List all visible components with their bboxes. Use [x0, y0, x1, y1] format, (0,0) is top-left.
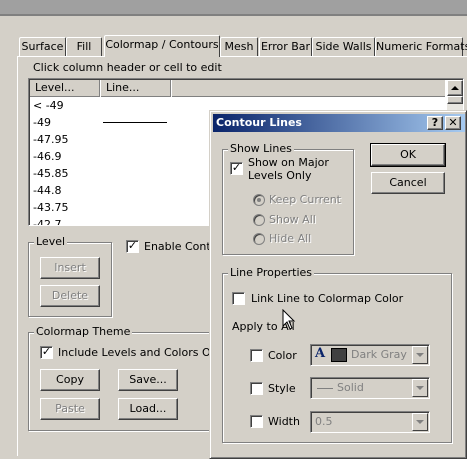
color-swatch [331, 348, 347, 362]
color-dropdown-arrow-icon[interactable] [412, 346, 428, 364]
dialog-title-bar[interactable]: Contour Lines ? ✕ [213, 114, 465, 132]
level-group-label: Level [34, 235, 68, 248]
color-checkbox[interactable] [250, 349, 263, 362]
list-header-line[interactable]: Line... [101, 80, 171, 97]
list-item[interactable]: -49 [33, 114, 51, 131]
show-all-radio[interactable] [253, 214, 265, 226]
style-line-sample [317, 388, 333, 389]
line-properties-label: Line Properties [228, 266, 315, 279]
help-icon: ? [431, 116, 439, 129]
close-button[interactable]: ✕ [445, 116, 461, 130]
line-sample [103, 122, 167, 123]
list-item[interactable]: < -49 [33, 97, 64, 114]
width-dropdown-arrow-icon[interactable] [412, 413, 428, 431]
insert-button[interactable]: Insert [40, 257, 100, 279]
list-item[interactable]: -42.7 [33, 216, 61, 225]
copy-button[interactable]: Copy [40, 369, 100, 391]
list-item[interactable]: -44.8 [33, 182, 61, 199]
show-lines-group-label: Show Lines [228, 142, 294, 155]
colormap-theme-label: Colormap Theme [34, 325, 133, 338]
show-major-label-line2: Levels Only [248, 169, 312, 182]
show-major-label-line1: Show on Major [248, 156, 329, 169]
list-item[interactable]: -46.9 [33, 148, 61, 165]
style-checkbox[interactable] [250, 382, 263, 395]
list-item[interactable]: -45.85 [33, 165, 68, 182]
tab-fill[interactable]: Fill [66, 37, 102, 56]
link-colormap-label: Link Line to Colormap Color [251, 292, 404, 305]
mouse-cursor-icon [282, 309, 296, 330]
list-header-level-label: Level... [35, 81, 75, 94]
width-checkbox[interactable] [250, 415, 263, 428]
width-value: 0.5 [315, 415, 333, 428]
scroll-up-icon [451, 86, 459, 90]
delete-button[interactable]: Delete [40, 285, 100, 307]
keep-current-radio[interactable] [253, 194, 265, 206]
tab-colormap-contours[interactable]: Colormap / Contours [104, 35, 220, 57]
paste-button[interactable]: Paste [40, 398, 100, 420]
color-dropdown[interactable]: A Dark Gray [310, 344, 430, 366]
style-label: Style [268, 382, 296, 395]
edit-hint-text: Click column header or cell to edit [33, 61, 222, 74]
list-header-level[interactable]: Level... [30, 80, 100, 97]
style-dropdown-arrow-icon[interactable] [412, 379, 428, 397]
tab-surface[interactable]: Surface [19, 37, 66, 56]
tab-mesh[interactable]: Mesh [220, 37, 258, 56]
include-levels-label: Include Levels and Colors Only [58, 346, 228, 359]
enable-contours-checkbox[interactable]: ✓ [126, 240, 139, 253]
width-dropdown[interactable]: 0.5 [310, 411, 430, 433]
color-font-icon: A [315, 346, 326, 361]
cancel-button[interactable]: Cancel [371, 172, 445, 194]
window-top-strip-shadow [0, 14, 467, 16]
ok-button[interactable]: OK [370, 143, 446, 167]
color-label: Color [268, 349, 297, 362]
scroll-up-button[interactable] [447, 80, 463, 96]
window-top-strip [0, 0, 467, 14]
close-icon: ✕ [448, 116, 458, 129]
keep-current-label: Keep Current [269, 193, 341, 206]
color-value: Dark Gray [351, 348, 407, 361]
hide-all-radio[interactable] [253, 233, 265, 245]
tab-error-bar[interactable]: Error Bar [259, 37, 312, 56]
load-button[interactable]: Load... [118, 398, 178, 420]
tab-side-walls[interactable]: Side Walls [312, 37, 375, 56]
hide-all-label: Hide All [269, 232, 312, 245]
contour-lines-dialog: Contour Lines ? ✕ Show Lines ✓ Show on M… [209, 110, 467, 459]
include-levels-checkbox[interactable]: ✓ [40, 346, 53, 359]
tab-numeric-formats[interactable]: Numeric Formats [375, 37, 467, 56]
width-label: Width [268, 415, 300, 428]
show-all-label: Show All [269, 213, 316, 226]
link-colormap-checkbox[interactable] [232, 292, 245, 305]
scroll-thumb[interactable] [447, 96, 463, 104]
dialog-title: Contour Lines [216, 116, 302, 129]
style-dropdown[interactable]: Solid [310, 377, 430, 399]
list-header-line-label: Line... [106, 81, 140, 94]
help-button[interactable]: ? [427, 116, 443, 130]
list-header-blank [172, 80, 445, 97]
style-value: Solid [337, 381, 364, 394]
enable-contours-label: Enable Conto [144, 240, 218, 253]
save-button[interactable]: Save... [118, 369, 178, 391]
list-item[interactable]: -47.95 [33, 131, 68, 148]
show-major-checkbox[interactable]: ✓ [230, 162, 243, 175]
list-item[interactable]: -43.75 [33, 199, 68, 216]
